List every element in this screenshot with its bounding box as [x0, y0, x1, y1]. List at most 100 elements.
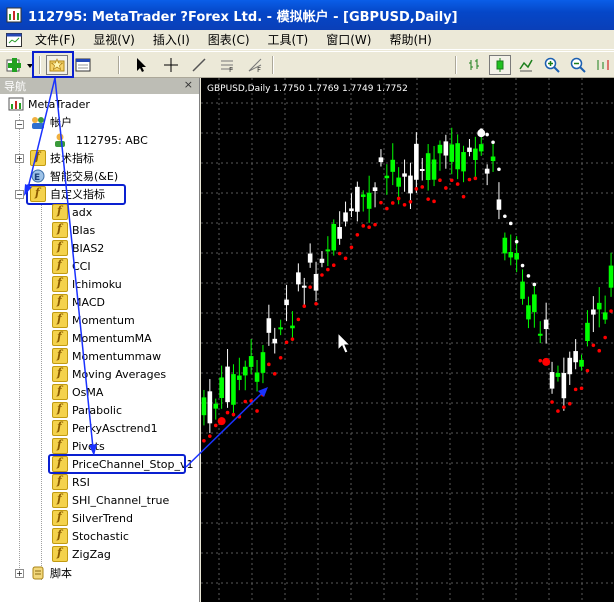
stop-dot [520, 263, 525, 268]
tree-scripts[interactable]: 脚本 [30, 564, 72, 582]
menu-file[interactable]: 文件(F) [26, 31, 84, 48]
stop-dot [414, 187, 419, 191]
svg-text:E: E [34, 173, 40, 183]
menu-view[interactable]: 显视(V) [84, 31, 144, 48]
indicator-icon [52, 384, 68, 400]
candle-body [537, 333, 543, 336]
indicator-item[interactable]: SilverTrend [52, 509, 133, 527]
indicator-item[interactable]: OsMA [52, 383, 103, 401]
new-chart-button[interactable] [4, 55, 36, 75]
chart-shift-button[interactable] [593, 55, 613, 75]
indicator-icon [52, 240, 68, 256]
indicator-icon [52, 438, 68, 454]
indicator-item[interactable]: Parabolic [52, 401, 122, 419]
indicator-item[interactable]: Momentum [52, 311, 135, 329]
bar-chart-button[interactable] [463, 55, 485, 75]
candlestick-button[interactable] [489, 55, 511, 75]
menu-insert[interactable]: 插入(I) [144, 31, 199, 48]
cursor-tool-button[interactable] [130, 55, 152, 75]
metatrader-app-icon [6, 7, 22, 23]
stop-dot [585, 368, 590, 373]
candlestick-chart-canvas[interactable] [201, 78, 614, 602]
expand-tech-indicators-toggle[interactable]: + [15, 154, 24, 163]
tree-expert-advisors[interactable]: E 智能交易(&E) [30, 167, 118, 185]
tree-account-item[interactable]: 112795: ABC [52, 131, 148, 149]
candle-body [231, 374, 236, 405]
indicator-item[interactable]: PerkyAsctrend1 [52, 419, 158, 437]
indicator-item[interactable]: Pivots [52, 437, 105, 455]
indicator-label: Pivots [72, 439, 105, 453]
indicator-icon [52, 546, 68, 562]
trendline-icon [192, 58, 206, 72]
metatrader-window: 112795: MetaTrader ?Forex Ltd. - 模拟帐户 - … [0, 0, 614, 602]
indicator-item[interactable]: Ichimoku [52, 275, 122, 293]
menu-charts[interactable]: 图表(C) [199, 31, 259, 48]
tech-indicators-label: 技术指标 [50, 152, 94, 165]
candle-body [313, 274, 319, 291]
stop-dot [538, 358, 543, 363]
indicator-item[interactable]: RSI [52, 473, 90, 491]
candle-body [567, 357, 573, 375]
candle-body [319, 258, 325, 263]
title-bar[interactable]: 112795: MetaTrader ?Forex Ltd. - 模拟帐户 - … [0, 0, 614, 30]
terminal-button[interactable] [72, 55, 94, 75]
indicator-item[interactable]: BIAS2 [52, 239, 104, 257]
trendline-tool-button[interactable] [188, 55, 210, 75]
expand-scripts-toggle[interactable]: + [15, 569, 24, 578]
tree-accounts[interactable]: 帐户 [30, 113, 72, 131]
indicator-item[interactable]: MACD [52, 293, 105, 311]
stop-dot [508, 221, 513, 226]
stop-dot [320, 273, 324, 277]
stop-dot [497, 167, 501, 172]
stop-dot [591, 343, 596, 348]
candle-body [514, 253, 519, 260]
indicator-item[interactable]: CCI [52, 257, 91, 275]
zoom-in-button[interactable] [541, 55, 563, 75]
candle-body [478, 144, 484, 152]
indicator-item[interactable]: BIas [52, 221, 95, 239]
indicator-item[interactable]: Momentummaw [52, 347, 161, 365]
indicator-label: Momentummaw [72, 349, 162, 363]
fibonacci-icon: F [221, 60, 233, 73]
indicator-icon [52, 528, 68, 544]
crosshair-tool-button[interactable] [160, 55, 182, 75]
stop-dot [213, 423, 218, 428]
close-icon[interactable]: × [184, 78, 193, 91]
stop-dot [449, 178, 454, 183]
indicator-item[interactable]: Stochastic [52, 527, 129, 545]
stop-dot [526, 274, 531, 278]
tree-root[interactable]: MetaTrader [8, 95, 90, 113]
fib-fan-tool-button[interactable]: F [244, 55, 266, 75]
fibonacci-tool-button[interactable]: F [216, 55, 238, 75]
zoom-out-button[interactable] [567, 55, 589, 75]
candle-body [526, 305, 531, 320]
indicator-item[interactable]: ZigZag [52, 545, 111, 563]
highlight-box-custom-indicators [26, 184, 126, 205]
menu-tools[interactable]: 工具(T) [259, 31, 318, 48]
toolbar-separator [39, 56, 41, 74]
menu-window[interactable]: 窗口(W) [317, 31, 380, 48]
indicator-item[interactable]: Moving Averages [52, 365, 166, 383]
stop-dot [485, 132, 489, 137]
crosshair-icon [164, 58, 178, 72]
tree-tech-indicators[interactable]: 技术指标 [30, 149, 94, 167]
navigator-button[interactable] [46, 55, 68, 75]
indicator-item[interactable]: adx [52, 203, 92, 221]
price-chart[interactable]: GBPUSD,Daily 1.7750 1.7769 1.7749 1.7752 [201, 78, 614, 602]
indicator-item[interactable]: SHI_Channel_true [52, 491, 169, 509]
stop-dot [225, 410, 230, 415]
stop-dot [255, 409, 259, 413]
candle-body [449, 144, 455, 162]
line-chart-button[interactable] [515, 55, 537, 75]
stop-dot [444, 186, 448, 190]
chart-document-icon[interactable] [6, 32, 22, 47]
stop-dot [284, 340, 289, 345]
indicator-item[interactable]: MomentumMA [52, 329, 152, 347]
candle-body [496, 199, 502, 210]
navigator-header[interactable]: 导航 × [0, 78, 199, 94]
collapse-accounts-toggle[interactable]: − [15, 120, 24, 129]
menu-help[interactable]: 帮助(H) [380, 31, 440, 48]
candle-body [396, 177, 401, 187]
collapse-custom-indicators-toggle[interactable]: − [15, 190, 24, 199]
indicator-icon [52, 420, 68, 436]
